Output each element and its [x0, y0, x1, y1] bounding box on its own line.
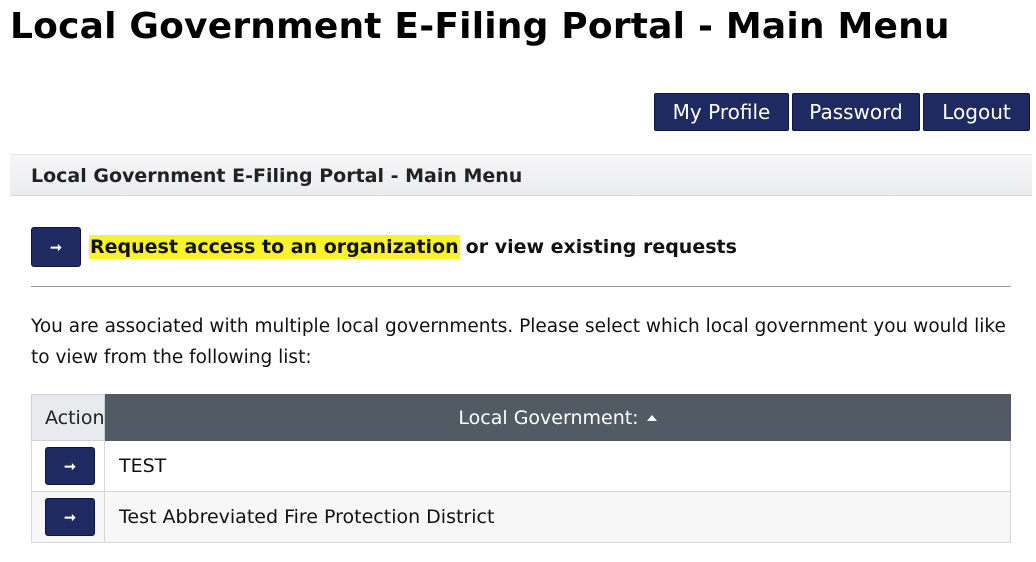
right-arrow-icon: ➞: [64, 509, 76, 525]
request-access-row: ➞ Request access to an organization or v…: [31, 227, 737, 267]
table-cell-action: ➞: [31, 440, 105, 492]
table-row: ➞ TEST: [31, 440, 1011, 492]
table-cell-name: Test Abbreviated Fire Protection Distric…: [104, 491, 1011, 543]
local-government-column-header[interactable]: Local Government:: [104, 394, 1011, 441]
request-access-button[interactable]: ➞: [31, 227, 81, 267]
page-title: Local Government E-Filing Portal - Main …: [10, 6, 950, 47]
divider: [31, 286, 1011, 287]
section-header-title: Local Government E-Filing Portal - Main …: [31, 165, 523, 187]
table-row: ➞ Test Abbreviated Fire Protection Distr…: [31, 491, 1011, 543]
select-government-button[interactable]: ➞: [45, 447, 95, 485]
table-cell-action: ➞: [31, 491, 105, 543]
table-cell-name: TEST: [104, 440, 1011, 492]
request-access-rest-text: or view existing requests: [465, 236, 737, 258]
local-government-header-label: Local Government:: [458, 406, 639, 429]
sort-ascending-icon: [646, 414, 657, 421]
right-arrow-icon: ➞: [50, 239, 62, 255]
table-header-row: Action Local Government:: [31, 394, 1011, 441]
action-column-header: Action: [31, 394, 105, 441]
right-arrow-icon: ➞: [64, 458, 76, 474]
my-profile-button[interactable]: My Profile: [654, 93, 789, 131]
password-button[interactable]: Password: [792, 93, 920, 131]
main-menu-page: Local Government E-Filing Portal - Main …: [0, 0, 1036, 562]
section-header: Local Government E-Filing Portal - Main …: [10, 154, 1032, 196]
logout-button[interactable]: Logout: [923, 93, 1030, 131]
select-government-button[interactable]: ➞: [45, 498, 95, 536]
top-nav: My Profile Password Logout: [654, 93, 1030, 131]
intro-text: You are associated with multiple local g…: [31, 316, 1006, 368]
local-government-table: Action Local Government: ➞ TEST ➞ Test A…: [31, 394, 1011, 543]
request-access-link[interactable]: Request access to an organization: [89, 235, 460, 259]
